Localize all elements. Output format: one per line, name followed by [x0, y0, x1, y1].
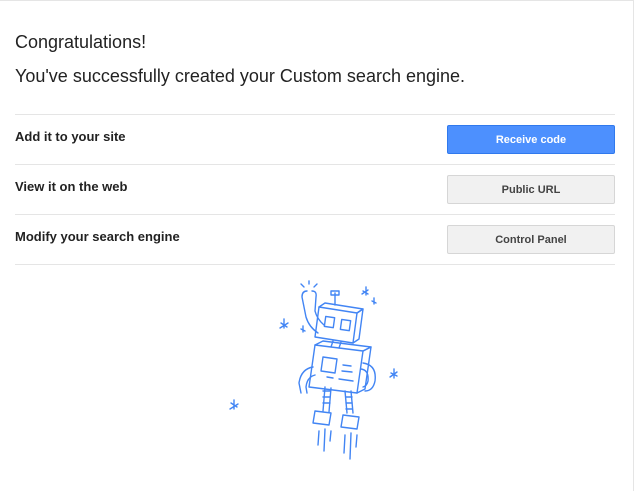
view-on-web-label: View it on the web: [15, 179, 128, 194]
receive-code-button[interactable]: Receive code: [447, 125, 615, 154]
control-panel-button[interactable]: Control Panel: [447, 225, 615, 254]
modify-engine-label: Modify your search engine: [15, 229, 180, 244]
sparkle-icon: [361, 286, 377, 305]
action-row-modify-engine: Modify your search engine Control Panel: [15, 214, 615, 265]
sparkle-icon: [229, 399, 239, 410]
public-url-button[interactable]: Public URL: [447, 175, 615, 204]
celebrating-robot-illustration: [229, 280, 398, 460]
actions-list: Add it to your site Receive code View it…: [15, 114, 615, 265]
cse-success-page: Congratulations! You've successfully cre…: [0, 0, 634, 491]
sparkle-icon: [389, 368, 398, 379]
add-to-site-label: Add it to your site: [15, 129, 126, 144]
sparkle-icon: [300, 325, 306, 333]
page-title: Congratulations!: [15, 32, 147, 52]
sparkle-icon: [279, 318, 289, 329]
action-row-view-on-web: View it on the web Public URL: [15, 164, 615, 214]
action-row-add-to-site: Add it to your site Receive code: [15, 114, 615, 164]
page-subtitle: You've successfully created your Custom …: [15, 66, 466, 86]
